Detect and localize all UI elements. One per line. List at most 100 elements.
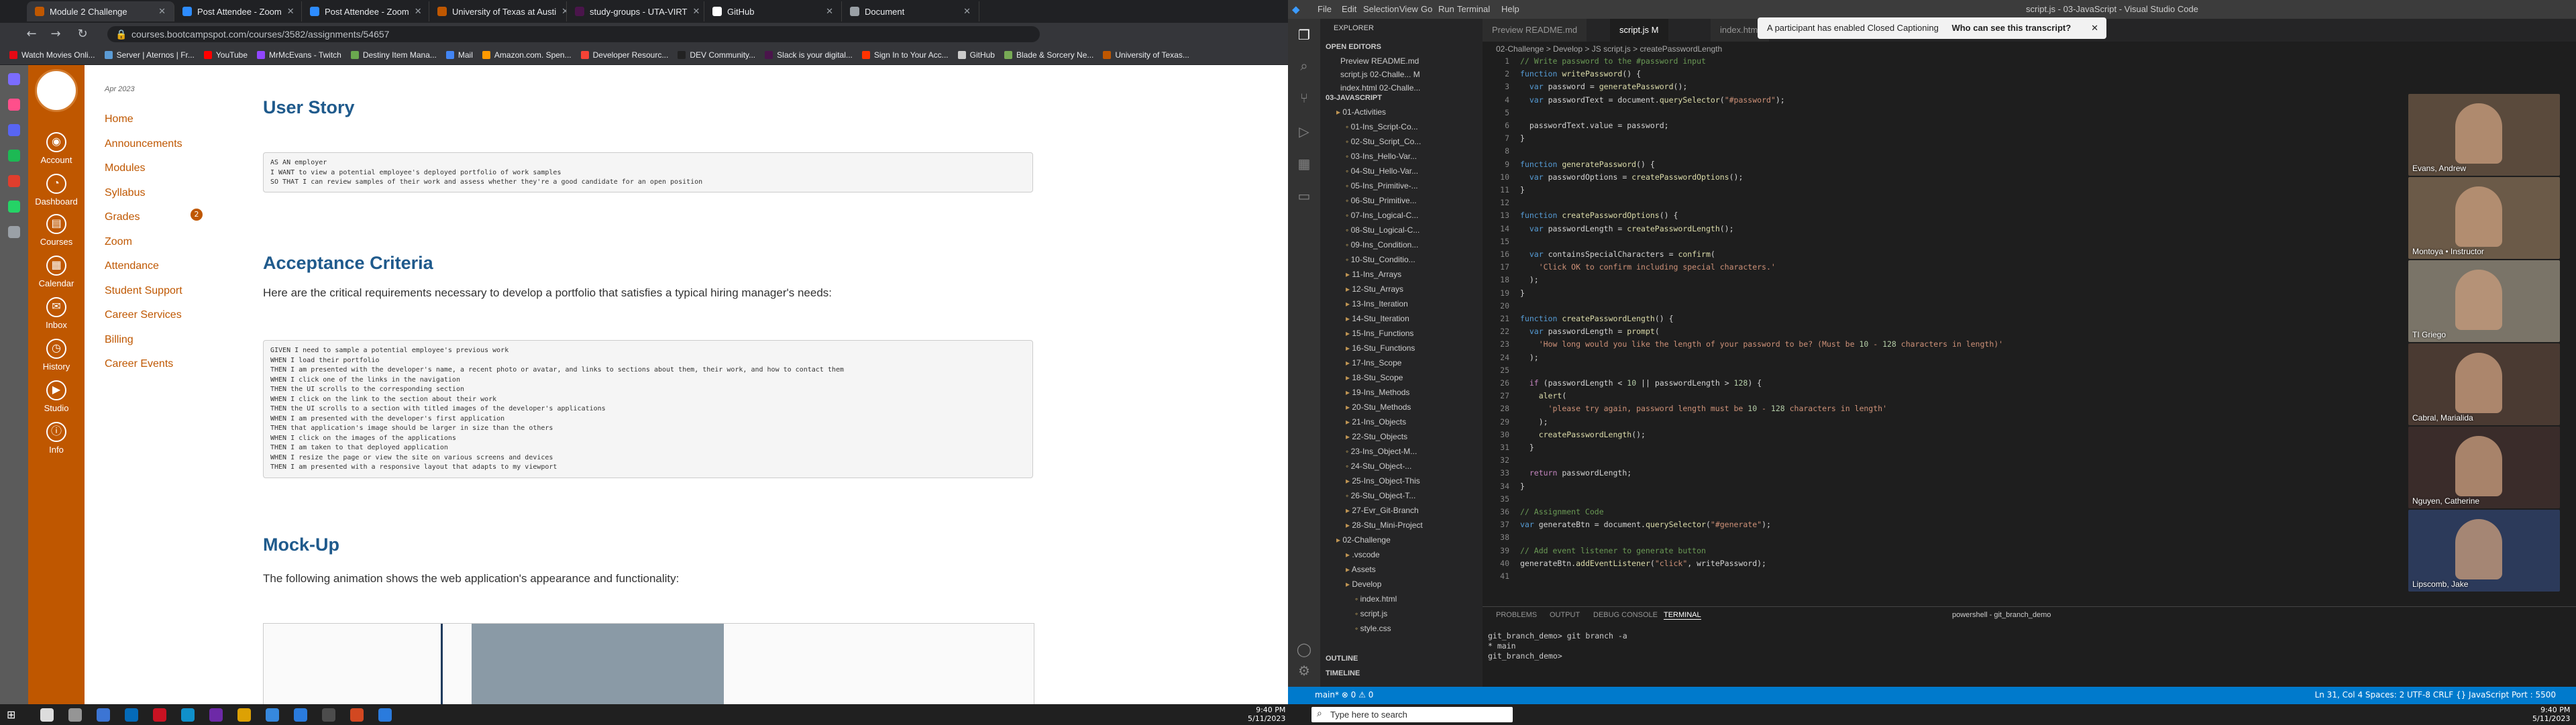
app-icon[interactable]: [8, 73, 20, 85]
panel-tab-output[interactable]: OUTPUT: [1550, 611, 1580, 619]
close-icon[interactable]: ✕: [820, 6, 833, 17]
explorer-tree-item[interactable]: ◦ 10-Stu_Conditio...: [1320, 252, 1508, 267]
menu-run[interactable]: Run: [1438, 4, 1454, 14]
status-left[interactable]: main* ⊗ 0 ⚠ 0: [1315, 690, 1373, 700]
explorer-tree-item[interactable]: ▸ 19-Ins_Methods: [1320, 385, 1508, 400]
menu-file[interactable]: File: [1318, 4, 1332, 14]
extensions-icon[interactable]: ▦: [1296, 156, 1312, 172]
explorer-tree-item[interactable]: ▸ 18-Stu_Scope: [1320, 370, 1508, 385]
global-nav-dashboard[interactable]: ◔ Dashboard: [28, 174, 85, 207]
taskbar-search-box[interactable]: ⌕ Type here to search: [1311, 707, 1513, 722]
explorer-tree-item[interactable]: ◦ 07-Ins_Logical-C...: [1320, 208, 1508, 223]
explorer-tree-item[interactable]: ▸ Develop: [1320, 577, 1508, 592]
settings-gear-icon[interactable]: ⚙: [1296, 663, 1312, 679]
explorer-tree-item[interactable]: ▸ 02-Challenge: [1320, 533, 1499, 547]
explorer-tree-item[interactable]: ▸ 20-Stu_Methods: [1320, 400, 1508, 414]
explorer-tree-item[interactable]: ▸ 15-Ins_Functions: [1320, 326, 1508, 341]
outline-header[interactable]: OUTLINE: [1326, 655, 1358, 663]
bookmark-item[interactable]: Server | Aternos | Fr...: [104, 50, 195, 60]
terminal-output[interactable]: git_branch_demo> git branch -a * main git_…: [1488, 631, 1627, 661]
forward-arrow-icon[interactable]: →: [47, 27, 64, 41]
source-control-icon[interactable]: ⑂: [1296, 91, 1312, 107]
app-icon[interactable]: [8, 175, 20, 187]
explorer-tree-item[interactable]: ▸ 22-Stu_Objects: [1320, 429, 1508, 444]
taskbar-app-icon[interactable]: [322, 708, 335, 722]
explorer-tree-item[interactable]: ▸ 25-Ins_Object-This: [1320, 473, 1508, 488]
bookmark-item[interactable]: Blade & Sorcery Ne...: [1004, 50, 1093, 60]
taskbar-app-icon[interactable]: [237, 708, 251, 722]
menu-edit[interactable]: Edit: [1342, 4, 1356, 14]
close-icon[interactable]: ✕: [687, 6, 700, 17]
global-nav-courses[interactable]: ▤ Courses: [28, 214, 85, 247]
browser-tab[interactable]: Document ✕: [842, 1, 979, 21]
menu-terminal[interactable]: Terminal: [1457, 4, 1490, 14]
explorer-tree-item[interactable]: ▸ 12-Stu_Arrays: [1320, 282, 1508, 296]
university-seal-logo[interactable]: [35, 69, 78, 112]
panel-tab-terminal[interactable]: TERMINAL: [1664, 611, 1701, 620]
explorer-tree-item[interactable]: ◦ 04-Stu_Hello-Var...: [1320, 164, 1508, 178]
close-icon[interactable]: ✕: [556, 6, 566, 17]
app-icon[interactable]: [8, 124, 20, 136]
course-nav-career-services[interactable]: Career Services: [105, 309, 182, 321]
close-icon[interactable]: ✕: [282, 6, 294, 17]
participant-video[interactable]: Cabral, Marialida: [2408, 343, 2560, 425]
bookmark-item[interactable]: Slack is your digital...: [765, 50, 853, 60]
explorer-tree-item[interactable]: ◦ 03-Ins_Hello-Var...: [1320, 149, 1508, 164]
course-nav-syllabus[interactable]: Syllabus: [105, 187, 145, 199]
editor-tab[interactable]: script.js M: [1610, 19, 1669, 42]
open-editor-item[interactable]: index.html 02-Challe...: [1320, 80, 1503, 95]
participant-video[interactable]: Lipscomb, Jake: [2408, 510, 2560, 592]
bookmark-item[interactable]: Mail: [445, 50, 473, 60]
menu-help[interactable]: Help: [1501, 4, 1519, 14]
open-editor-item[interactable]: Preview README.md: [1320, 54, 1503, 68]
taskbar-app-icon[interactable]: [68, 708, 82, 722]
explorer-tree-item[interactable]: ▸ 21-Ins_Objects: [1320, 414, 1508, 429]
explorer-tree-item[interactable]: ▸ 14-Stu_Iteration: [1320, 311, 1508, 326]
course-nav-student-support[interactable]: Student Support: [105, 285, 182, 297]
course-nav-zoom[interactable]: Zoom: [105, 236, 132, 248]
bookmark-item[interactable]: GitHub: [957, 50, 995, 60]
explorer-tree-item[interactable]: ▸ 11-Ins_Arrays: [1320, 267, 1508, 282]
participant-video[interactable]: Montoya • Instructor: [2408, 177, 2560, 259]
windows-start-icon[interactable]: ⊞: [7, 708, 20, 722]
global-nav-calendar[interactable]: ▦ Calendar: [28, 256, 85, 288]
bookmark-item[interactable]: Developer Resourc...: [580, 50, 668, 60]
search-icon[interactable]: ⌕: [1296, 59, 1312, 75]
course-nav-attendance[interactable]: Attendance: [105, 260, 159, 272]
taskbar-app-icon[interactable]: [153, 708, 166, 722]
browser-tab[interactable]: Post Attendee - Zoom ✕: [174, 1, 302, 21]
global-nav-inbox[interactable]: ✉ Inbox: [28, 297, 85, 330]
global-nav-info[interactable]: ⓘ Info: [28, 422, 85, 455]
explorer-tree-item[interactable]: ▸ 28-Stu_Mini-Project: [1320, 518, 1508, 533]
bookmark-item[interactable]: Watch Movies Onli...: [9, 50, 95, 60]
bookmark-item[interactable]: Sign In to Your Acc...: [861, 50, 949, 60]
taskbar-app-icon[interactable]: [350, 708, 364, 722]
course-nav-billing[interactable]: Billing: [105, 334, 133, 346]
explorer-tree-item[interactable]: ▸ .vscode: [1320, 547, 1508, 562]
browser-tab[interactable]: study-groups - UTA-VIRT ✕: [567, 1, 704, 21]
explorer-tree-item[interactable]: ▸ 17-Ins_Scope: [1320, 355, 1508, 370]
taskbar-app-icon[interactable]: [97, 708, 110, 722]
terminal-name[interactable]: powershell - git_branch_demo: [1952, 611, 2051, 619]
close-icon[interactable]: ✕: [958, 6, 971, 17]
app-icon[interactable]: [8, 226, 20, 238]
explorer-tree-item[interactable]: ◦ 23-Ins_Object-M...: [1320, 444, 1508, 459]
editor-tab[interactable]: Preview README.md: [1483, 19, 1588, 42]
taskbar-app-icon[interactable]: [40, 708, 54, 722]
panel-tab-debug-console[interactable]: DEBUG CONSOLE: [1593, 611, 1658, 619]
app-icon[interactable]: [8, 99, 20, 111]
taskbar-app-icon[interactable]: [209, 708, 223, 722]
app-icon[interactable]: [8, 150, 20, 162]
taskbar-app-icon[interactable]: [378, 708, 392, 722]
open-editors-header[interactable]: OPEN EDITORS: [1326, 43, 1381, 51]
panel-tab-problems[interactable]: PROBLEMS: [1496, 611, 1537, 619]
explorer-tree-item[interactable]: ◦ 09-Ins_Condition...: [1320, 237, 1508, 252]
taskbar-app-icon[interactable]: [294, 708, 307, 722]
course-nav-announcements[interactable]: Announcements: [105, 138, 182, 150]
explorer-tree-item[interactable]: ◦ 02-Stu_Script_Co...: [1320, 134, 1508, 149]
explorer-icon[interactable]: ❐: [1296, 27, 1312, 43]
explorer-tree-item[interactable]: ▸ 01-Activities: [1320, 105, 1499, 119]
explorer-tree-item[interactable]: ▸ 16-Stu_Functions: [1320, 341, 1508, 355]
course-nav-home[interactable]: Home: [105, 113, 133, 125]
taskbar-app-icon[interactable]: [181, 708, 195, 722]
